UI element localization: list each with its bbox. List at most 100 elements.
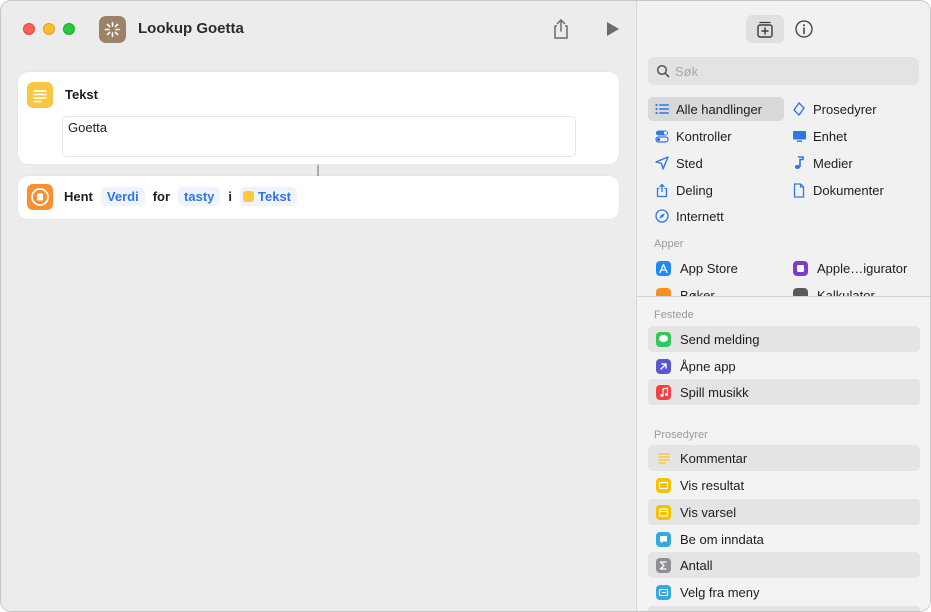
messages-icon [656,331,671,347]
shortcut-icon[interactable] [99,16,126,43]
category-controls[interactable]: Kontroller [648,124,784,148]
document-icon [791,182,807,198]
share-icon [654,182,670,198]
action-library-pane: Alle handlinger Prosedyrer Kontroller En… [636,1,930,611]
pinned-play-music[interactable]: Spill musikk [648,379,920,405]
app-label: Kalkulator [817,287,875,297]
suggestions-area: Festede Send melding Åpne app Spill musi… [637,297,930,611]
search-icon [656,64,670,78]
minimize-window-button[interactable] [43,23,55,35]
apps-overflow-clip: Bøker Kalkulator [637,284,930,296]
zoom-window-button[interactable] [63,23,75,35]
run-button[interactable] [604,19,622,39]
app-calculator[interactable]: Kalkulator [793,284,875,296]
books-icon [656,287,671,296]
action-label: Åpne app [680,358,736,374]
action-show-alert[interactable]: Vis varsel [648,499,920,525]
app-books[interactable]: Bøker [656,284,715,296]
category-label: Sted [676,155,703,171]
action-comment[interactable]: Kommentar [648,445,920,471]
library-add-icon [757,21,773,38]
get-word: Hent [64,189,93,204]
action-label: Spill musikk [680,384,749,400]
play-icon [607,22,619,36]
apps-header: Apper [654,238,684,250]
action-show-result[interactable]: Vis resultat [648,472,920,498]
action-label: Be om inndata [680,531,764,547]
music-note-icon [791,155,807,171]
for-word: for [152,189,171,204]
category-label: Prosedyrer [813,101,877,117]
action-label: Kommentar [680,450,748,466]
app-store-icon [656,260,671,276]
category-media[interactable]: Medier [785,151,920,175]
text-action-card[interactable]: Tekst Goetta [18,72,619,164]
text-action-title: Tekst [65,87,98,102]
source-parameter[interactable]: Tekst [240,187,298,206]
calculator-icon [793,287,808,296]
category-scripting[interactable]: Prosedyrer [785,97,920,121]
search-field[interactable] [648,57,919,85]
show-result-icon [656,477,671,493]
scripting-header: Prosedyrer [654,429,708,441]
category-label: Deling [676,182,713,198]
list-icon [654,101,670,117]
close-window-button[interactable] [23,23,35,35]
get-value-sentence: Hent Verdi for tasty i Tekst [64,187,305,206]
action-library-button[interactable] [746,15,784,43]
pinned-open-app[interactable]: Åpne app [648,353,920,379]
app-app-store[interactable]: App Store [656,257,738,279]
configurator-icon [793,260,808,276]
window-title[interactable]: Lookup Goetta [138,20,244,37]
category-web[interactable]: Internett [648,204,784,228]
app-label: Apple…igurator [817,260,908,276]
sparkle-icon [104,21,121,38]
category-documents[interactable]: Dokumenter [785,178,920,202]
app-apple-configurator[interactable]: Apple…igurator [793,257,907,279]
category-label: Enhet [813,128,847,144]
dictionary-icon [31,188,49,206]
category-all-actions[interactable]: Alle handlinger [648,97,784,121]
in-word: i [228,189,233,204]
pinned-send-message[interactable]: Send melding [648,326,920,352]
source-parameter-label: Tekst [258,189,292,204]
sigma-icon [656,557,671,573]
category-sharing[interactable]: Deling [648,178,784,202]
action-label: Vis varsel [680,504,737,520]
category-label: Internett [676,208,724,224]
action-connector [317,165,319,176]
controls-icon [654,128,670,144]
action-label: Vis resultat [680,477,745,493]
text-variable-icon [243,191,255,202]
text-action-icon [27,82,53,108]
pinned-header: Festede [654,309,694,321]
action-ask-for-input[interactable]: Be om inndata [648,526,920,552]
key-parameter[interactable]: tasty [178,187,221,206]
menu-icon [656,584,671,600]
action-label: Velg fra meny [680,584,760,600]
action-count[interactable]: Antall [648,552,920,578]
lines-icon [33,90,47,103]
share-button[interactable] [550,17,572,41]
get-value-action-card[interactable]: Hent Verdi for tasty i Tekst [18,176,619,219]
value-parameter[interactable]: Verdi [100,187,145,206]
details-button[interactable] [793,18,815,40]
ask-input-icon [656,531,671,547]
category-label: Kontroller [676,128,732,144]
safari-icon [654,208,670,224]
app-label: App Store [680,260,738,276]
dictionary-action-icon [27,184,53,210]
location-icon [654,155,670,171]
scripting-icon [791,101,807,117]
action-label: Antall [680,557,713,573]
category-device[interactable]: Enhet [785,124,920,148]
category-location[interactable]: Sted [648,151,784,175]
search-input[interactable] [675,57,905,85]
device-icon [791,128,807,144]
category-label: Alle handlinger [676,101,763,117]
action-choose-from-menu[interactable]: Velg fra meny [648,579,920,605]
shortcuts-window: Lookup Goetta Tekst Goetta Hent Verdi fo… [0,0,931,612]
share-icon [554,19,568,39]
info-icon [795,20,813,38]
text-action-field[interactable]: Goetta [62,116,576,157]
